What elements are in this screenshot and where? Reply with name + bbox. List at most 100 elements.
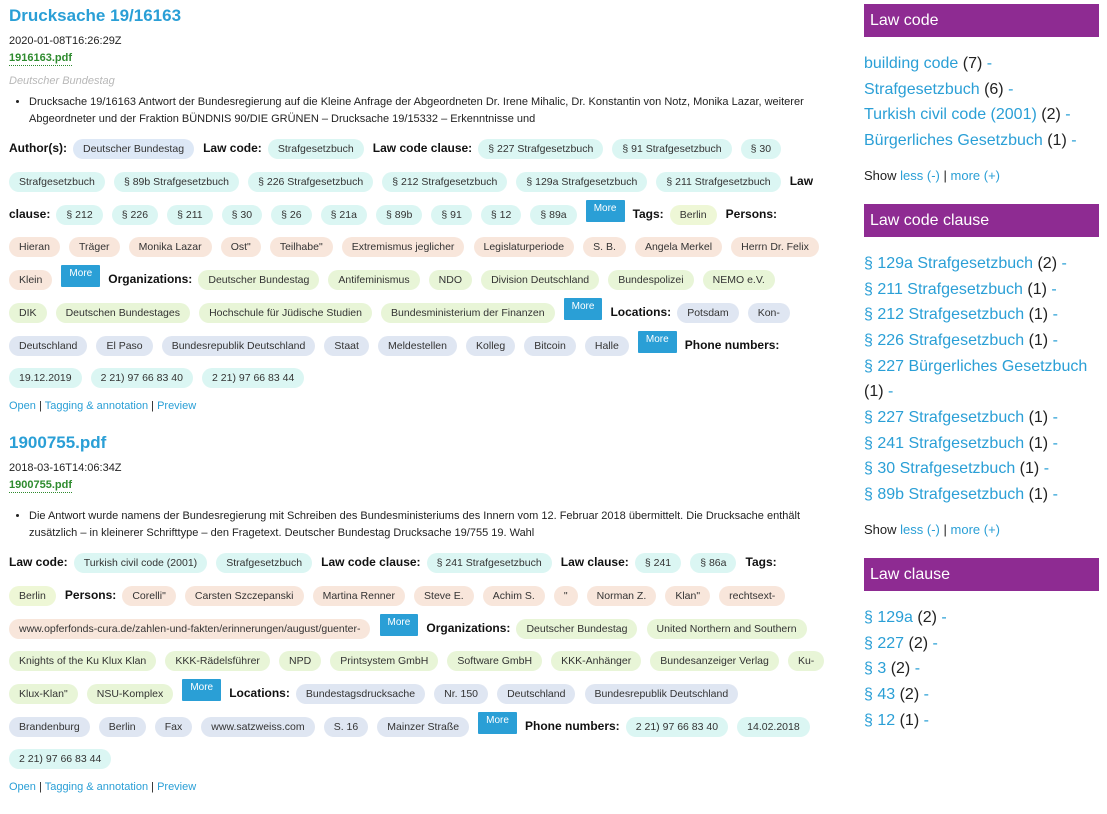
show-more-link[interactable]: more (+) [951,168,1000,183]
facet-chip-lc[interactable]: Strafgesetzbuch [267,139,364,159]
facet-chip-lc[interactable]: Turkish civil code (2001) [73,553,208,573]
facet-chip-phone[interactable]: 2 21) 97 66 83 40 [625,717,729,737]
facet-item-link[interactable]: § 227 Bürgerliches Gesetzbuch [864,358,1087,375]
facet-chip-loc[interactable]: Halle [584,336,629,356]
facet-chip-phone[interactable]: 2 21) 97 66 83 40 [90,368,193,388]
facet-chip-lc[interactable]: Strafgesetzbuch [216,553,313,573]
open-link[interactable]: Open [9,400,36,412]
facet-item-link[interactable]: § 30 Strafgesetzbuch [864,460,1015,477]
facet-chip-cl[interactable]: § 89a [530,205,577,225]
facet-chip-lcc[interactable]: § 227 Strafgesetzbuch [478,139,604,159]
facet-chip-loc[interactable]: Deutschland [9,336,88,356]
exclude-facet-link[interactable]: - [1071,132,1076,149]
preview-link[interactable]: Preview [157,781,196,793]
facet-chip-cl[interactable]: § 91 [431,205,472,225]
facet-chip-person[interactable]: Martina Renner [312,586,405,606]
facet-chip-person[interactable]: Träger [69,237,120,257]
facet-chip-loc[interactable]: S. 16 [323,717,369,737]
facet-chip-person[interactable]: Carsten Szczepanski [184,586,304,606]
show-more-link[interactable]: more (+) [951,522,1000,537]
facet-chip-lcc[interactable]: § 91 Strafgesetzbuch [612,139,732,159]
facet-chip-person[interactable]: Extremismus jeglicher [341,237,465,257]
facet-chip-loc[interactable]: Bundesrepublik Deutschland [584,684,739,704]
facet-chip-org[interactable]: KKK-Anhänger [551,651,642,671]
facet-item-link[interactable]: § 241 Strafgesetzbuch [864,435,1024,452]
facet-chip-loc[interactable]: Fax [154,717,193,737]
more-button[interactable]: More [637,331,677,353]
facet-chip-org[interactable]: KKK-Rädelsführer [165,651,270,671]
exclude-facet-link[interactable]: - [1053,486,1058,503]
facet-chip-loc[interactable]: Brandenburg [9,717,90,737]
facet-chip-org[interactable]: Antifeminismus [328,270,420,290]
open-link[interactable]: Open [9,781,36,793]
exclude-facet-link[interactable]: - [1051,281,1056,298]
facet-chip-org[interactable]: Bundesanzeiger Verlag [650,651,779,671]
facet-chip-loc[interactable]: Bundesrepublik Deutschland [161,336,316,356]
facet-chip-cl[interactable]: § 86a [690,553,737,573]
exclude-facet-link[interactable]: - [1053,435,1058,452]
facet-item-link[interactable]: § 211 Strafgesetzbuch [864,281,1023,298]
facet-chip-cl[interactable]: § 89b [376,205,423,225]
facet-chip-lcc[interactable]: § 211 Strafgesetzbuch [656,172,781,192]
tagging-annotation-link[interactable]: Tagging & annotation [45,781,148,793]
facet-chip-org[interactable]: Printsystem GmbH [330,651,439,671]
facet-chip-org[interactable]: NPD [279,651,322,671]
facet-chip-phone[interactable]: 2 21) 97 66 83 44 [202,368,305,388]
more-button[interactable]: More [379,614,419,636]
exclude-facet-link[interactable]: - [1065,106,1070,123]
exclude-facet-link[interactable]: - [1053,306,1058,323]
facet-chip-tag[interactable]: Berlin [669,205,717,225]
facet-chip-loc[interactable]: Potsdam [677,303,739,323]
facet-chip-org[interactable]: Bundespolizei [608,270,694,290]
facet-chip-loc[interactable]: El Paso [96,336,153,356]
facet-chip-loc[interactable]: Kolleg [466,336,516,356]
facet-chip-loc[interactable]: Nr. 150 [434,684,488,704]
facet-item-link[interactable]: Turkish civil code (2001) [864,106,1037,123]
facet-chip-person[interactable]: Monika Lazar [128,237,212,257]
exclude-facet-link[interactable]: - [1061,255,1066,272]
facet-item-link[interactable]: Strafgesetzbuch [864,81,980,98]
facet-item-link[interactable]: Bürgerliches Gesetzbuch [864,132,1043,149]
exclude-facet-link[interactable]: - [924,686,929,703]
facet-chip-person[interactable]: Hieran [9,237,60,257]
more-button[interactable]: More [478,712,517,734]
facet-chip-tag[interactable]: Berlin [9,586,56,606]
facet-chip-cl[interactable]: § 26 [271,205,312,225]
facet-item-link[interactable]: § 3 [864,660,886,677]
exclude-facet-link[interactable]: - [924,712,929,729]
facet-item-link[interactable]: § 227 [864,635,904,652]
facet-chip-org[interactable]: Hochschule für Jüdische Studien [199,303,372,323]
facet-chip-loc[interactable]: Mainzer Straße [377,717,470,737]
facet-chip-person[interactable]: www.opferfonds-cura.de/zahlen-und-fakten… [9,619,371,639]
facet-chip-phone[interactable]: 19.12.2019 [9,368,82,388]
more-button[interactable]: More [585,200,625,222]
result-file-link[interactable]: 1900755.pdf [9,479,72,493]
result-file-link[interactable]: 1916163.pdf [9,52,72,66]
facet-chip-cl[interactable]: § 226 [111,205,159,225]
more-button[interactable]: More [182,679,222,701]
facet-chip-loc[interactable]: Kon- [747,303,790,323]
facet-chip-org[interactable]: Deutschen Bundestages [55,303,190,323]
facet-chip-person[interactable]: Norman Z. [586,586,657,606]
exclude-facet-link[interactable]: - [915,660,920,677]
facet-chip-loc[interactable]: Deutschland [497,684,576,704]
facet-item-link[interactable]: § 227 Strafgesetzbuch [864,409,1024,426]
exclude-facet-link[interactable]: - [933,635,938,652]
facet-item-link[interactable]: building code [864,55,958,72]
result-title-link[interactable]: 1900755.pdf [9,433,819,453]
exclude-facet-link[interactable]: - [1044,460,1049,477]
facet-chip-person[interactable]: Angela Merkel [634,237,723,257]
facet-chip-loc[interactable]: Staat [324,336,369,356]
facet-chip-cl[interactable]: § 21a [320,205,367,225]
facet-chip-org[interactable]: Software GmbH [447,651,543,671]
tagging-annotation-link[interactable]: Tagging & annotation [45,400,148,412]
exclude-facet-link[interactable]: - [1053,409,1058,426]
more-button[interactable]: More [61,265,101,287]
facet-chip-cl[interactable]: § 30 [221,205,263,225]
exclude-facet-link[interactable]: - [888,383,893,400]
facet-chip-cl[interactable]: § 212 [56,205,103,225]
exclude-facet-link[interactable]: - [1008,81,1013,98]
facet-item-link[interactable]: § 12 [864,712,895,729]
facet-chip-person[interactable]: rechtsext- [719,586,786,606]
facet-chip-loc[interactable]: Meldestellen [378,336,457,356]
